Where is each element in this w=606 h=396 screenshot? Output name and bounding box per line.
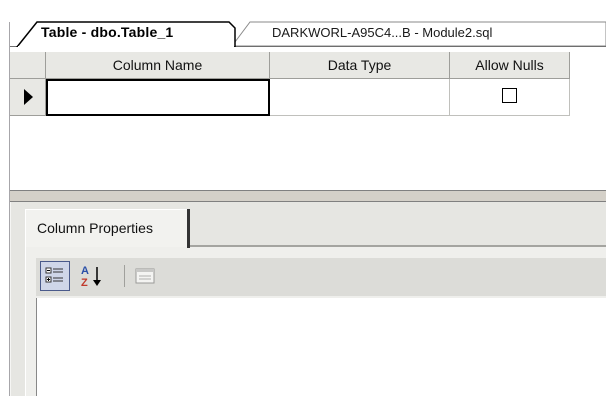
toolbar-separator bbox=[124, 265, 125, 287]
current-row-arrow-icon bbox=[24, 89, 33, 105]
categorized-icon bbox=[45, 267, 63, 283]
property-pages-icon bbox=[135, 268, 155, 284]
data-type-header[interactable]: Data Type bbox=[270, 52, 450, 79]
allow-nulls-header[interactable]: Allow Nulls bbox=[450, 52, 570, 79]
splitter[interactable] bbox=[9, 190, 606, 202]
svg-text:A: A bbox=[81, 265, 89, 277]
row-selector-header bbox=[10, 52, 46, 79]
alphabetical-sort-icon: A Z bbox=[81, 265, 101, 289]
svg-text:Z: Z bbox=[81, 277, 88, 289]
categorized-button[interactable] bbox=[40, 261, 70, 291]
column-name-cell[interactable] bbox=[46, 79, 270, 116]
allow-nulls-checkbox[interactable] bbox=[502, 88, 517, 103]
tab-table-dbo-table-1[interactable]: Table - dbo.Table_1 bbox=[41, 24, 173, 40]
properties-grid[interactable] bbox=[36, 298, 606, 396]
tab-module2-sql[interactable]: DARKWORL-A95C4...B - Module2.sql bbox=[272, 25, 492, 40]
alphabetical-button[interactable]: A Z bbox=[78, 261, 108, 291]
column-properties-tab-label[interactable]: Column Properties bbox=[37, 220, 153, 236]
row-selector[interactable] bbox=[10, 79, 46, 116]
properties-grid-edge bbox=[36, 298, 37, 396]
column-name-header[interactable]: Column Name bbox=[46, 52, 270, 79]
properties-tab-baseline bbox=[189, 245, 606, 247]
allow-nulls-cell[interactable] bbox=[450, 79, 570, 116]
tab-column-properties-edge bbox=[187, 209, 190, 248]
frame-left-border bbox=[9, 22, 10, 396]
properties-toolbar bbox=[36, 258, 606, 296]
properties-page-edge bbox=[25, 247, 26, 396]
data-type-cell[interactable] bbox=[270, 79, 450, 116]
property-pages-button[interactable] bbox=[130, 261, 160, 291]
